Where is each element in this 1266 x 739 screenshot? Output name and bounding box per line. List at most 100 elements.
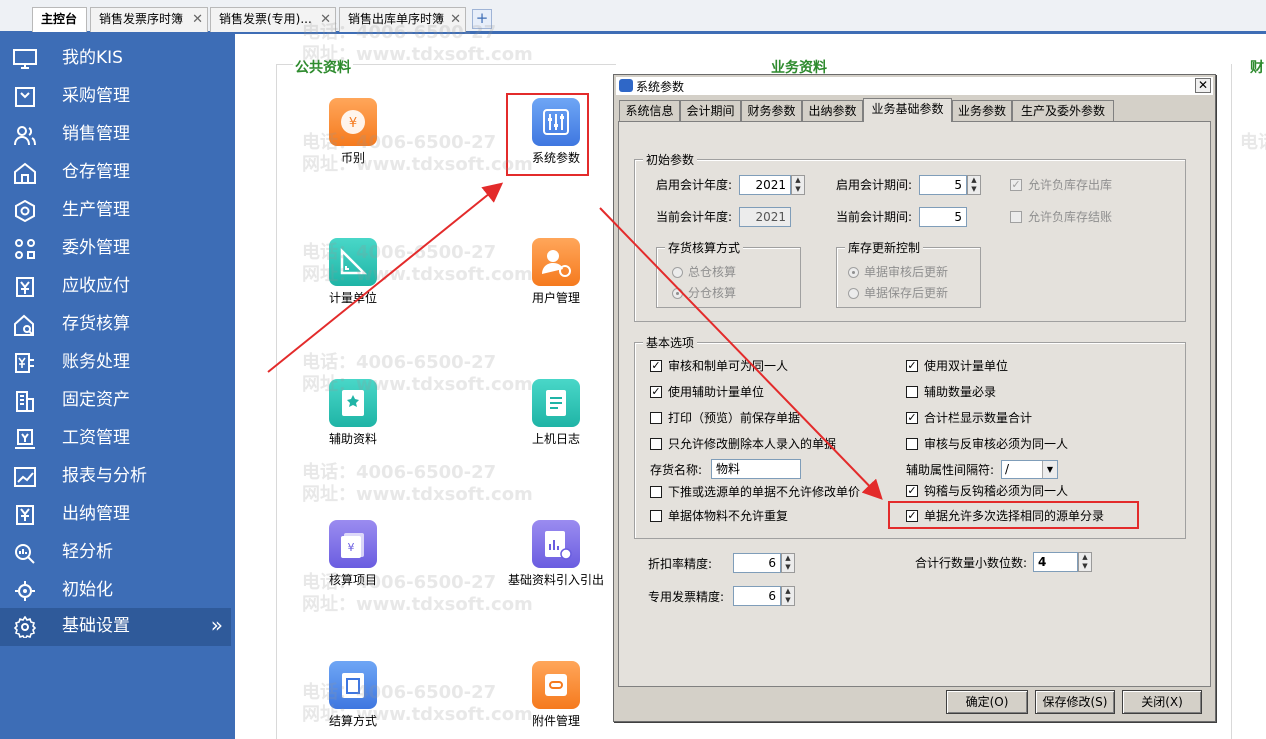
tab-sales-outbound-journal[interactable]: 销售出库单序时簿 ✕ [339, 7, 466, 32]
checkbox-box [650, 438, 662, 450]
tab-panel-business-basic: 初始参数 启用会计年度: 2021 ▲ ▼ 启用会计期间: 5 ▲ ▼ ✓ 允许负库存… [618, 121, 1211, 687]
sidebar-item-my-kis[interactable]: 我的KIS [0, 40, 231, 78]
sidebar-item-label: 工资管理 [62, 428, 130, 448]
radio-update-on-save[interactable]: 单据保存后更新 [848, 285, 948, 301]
tile-label: 附件管理 [531, 714, 580, 728]
tab-sales-invoice-special[interactable]: 销售发票(专用)... ✕ [210, 7, 336, 32]
sidebar-item-label: 采购管理 [62, 86, 130, 106]
sidebar-item-label: 初始化 [62, 580, 113, 600]
close-button[interactable]: 关闭(X) [1122, 690, 1202, 714]
checkbox-dual-unit[interactable]: ✓ 使用双计量单位 [906, 358, 1008, 374]
allow-negative-outbound-checkbox[interactable]: ✓ 允许负库存出库 [1010, 177, 1112, 193]
checkbox-label: 合计栏显示数量合计 [924, 411, 1033, 425]
checkbox-no-price-edit[interactable]: 下推或选源单的单据不允许修改单价 [650, 484, 860, 500]
attachment-icon [532, 661, 580, 709]
tile-log[interactable]: 上机日志 [506, 379, 606, 447]
tile-currency[interactable]: ¥ 币别 [303, 98, 403, 166]
dialog-titlebar[interactable]: 系统参数 ✕ [616, 77, 1213, 95]
tab-production-params[interactable]: 生产及委外参数 [1012, 100, 1114, 121]
discount-precision-spinner[interactable]: ▲ ▼ [781, 553, 795, 573]
sidebar-item-label: 我的KIS [62, 48, 123, 68]
sidebar-item-basic-settings[interactable]: 基础设置 » [0, 608, 231, 646]
close-icon[interactable]: ✕ [192, 8, 203, 31]
checkbox-aux-unit[interactable]: ✓ 使用辅助计量单位 [650, 384, 764, 400]
tab-business-basic-params[interactable]: 业务基础参数 [863, 98, 952, 122]
checkbox-save-before-print[interactable]: 打印（预览）前保存单据 [650, 410, 800, 426]
sidebar-item-light-analysis[interactable]: 轻分析 [0, 534, 231, 572]
sidebar-item-initialization[interactable]: 初始化 [0, 572, 231, 610]
tile-aux-data[interactable]: 辅助资料 [303, 379, 403, 447]
start-year-label: 启用会计年度: [656, 178, 733, 192]
invoice-precision-spinner[interactable]: ▲ ▼ [781, 586, 795, 606]
checkbox-no-duplicate-item[interactable]: 单据体物料不允许重复 [650, 508, 788, 524]
sidebar-item-purchase[interactable]: 采购管理 [0, 78, 231, 116]
user-manage-icon [532, 238, 580, 286]
tile-settlement[interactable]: 结算方式 [303, 661, 403, 729]
start-period-spinner[interactable]: ▲ ▼ [967, 175, 981, 195]
close-icon[interactable]: ✕ [1195, 78, 1211, 93]
building-icon [16, 391, 34, 412]
sidebar-item-salary[interactable]: 工资管理 [0, 420, 231, 458]
total-qty-decimals-spinner[interactable]: ▲ ▼ [1078, 552, 1092, 572]
tile-accounting-item[interactable]: ¥ 核算项目 [303, 520, 403, 588]
tile-user-manage[interactable]: 用户管理 [506, 238, 606, 306]
checkbox-label: 只允许修改删除本人录入的单据 [668, 437, 837, 451]
radio-dot [848, 288, 859, 299]
cart-icon [15, 87, 35, 107]
section-divider [1231, 64, 1232, 739]
sidebar-item-inventory-costing[interactable]: 存货核算 [0, 306, 231, 344]
tab-business-params[interactable]: 业务参数 [952, 100, 1012, 121]
checkbox-total-qty[interactable]: ✓ 合计栏显示数量合计 [906, 410, 1032, 426]
tab-accounting-period[interactable]: 会计期间 [680, 100, 741, 121]
sidebar-item-sales[interactable]: 销售管理 [0, 116, 231, 154]
tab-cashier-params[interactable]: 出纳参数 [802, 100, 863, 121]
ok-button[interactable]: 确定(O) [946, 690, 1028, 714]
checkbox-audit-same-person[interactable]: ✓ 审核和制单可为同一人 [650, 358, 788, 374]
current-period-field[interactable]: 5 [919, 207, 967, 227]
sidebar-item-outsourcing[interactable]: 委外管理 [0, 230, 231, 268]
close-icon[interactable]: ✕ [320, 8, 331, 31]
tab-label: 主控台 [41, 12, 78, 26]
total-qty-decimals-field[interactable]: 4 [1033, 552, 1078, 572]
checkbox-audit-unaudit-same[interactable]: 审核与反审核必须为同一人 [906, 436, 1068, 452]
save-changes-button[interactable]: 保存修改(S) [1035, 690, 1115, 714]
checkbox-box [650, 510, 662, 522]
start-period-field[interactable]: 5 [919, 175, 967, 195]
radio-update-on-audit[interactable]: 单据审核后更新 [848, 264, 948, 280]
close-icon[interactable]: ✕ [450, 8, 461, 31]
sidebar-item-warehouse[interactable]: 仓存管理 [0, 154, 231, 192]
invoice-precision-field[interactable]: 6 [733, 586, 781, 606]
checkbox-aux-qty-required[interactable]: 辅助数量必录 [906, 384, 996, 400]
allow-negative-close-checkbox[interactable]: 允许负库存结账 [1010, 209, 1112, 225]
discount-precision-field[interactable]: 6 [733, 553, 781, 573]
sidebar-item-fixed-assets[interactable]: 固定资产 [0, 382, 231, 420]
sidebar-item-cashier[interactable]: 出纳管理 [0, 496, 231, 534]
tab-console[interactable]: 主控台 [32, 7, 87, 32]
radio-total-costing[interactable]: 总仓核算 [672, 264, 736, 280]
stock-name-field[interactable]: 物料 [711, 459, 801, 479]
tab-finance-params[interactable]: 财务参数 [741, 100, 802, 121]
tile-measure-unit[interactable]: 计量单位 [303, 238, 403, 306]
tab-bar: 主控台 销售发票序时簿 ✕ 销售发票(专用)... ✕ 销售出库单序时簿 ✕ + [0, 0, 1266, 34]
tab-system-info[interactable]: 系统信息 [619, 100, 680, 121]
start-year-field[interactable]: 2021 [739, 175, 791, 195]
start-period-label: 启用会计期间: [836, 178, 913, 192]
sidebar-item-label: 仓存管理 [62, 162, 130, 182]
start-year-spinner[interactable]: ▲ ▼ [791, 175, 805, 195]
tile-import-export[interactable]: 基础资料引入引出 [506, 520, 606, 588]
add-tab-icon[interactable]: + [472, 9, 492, 29]
tab-sales-invoice-journal[interactable]: 销售发票序时簿 ✕ [90, 7, 208, 32]
checkbox-edit-own-only[interactable]: 只允许修改删除本人录入的单据 [650, 436, 836, 452]
sidebar-item-receivables[interactable]: 应收应付 [0, 268, 231, 306]
sidebar-item-production[interactable]: 生产管理 [0, 192, 231, 230]
sidebar-item-accounting[interactable]: 账务处理 [0, 344, 231, 382]
ledger-yen-icon [15, 353, 34, 373]
aux-separator-select[interactable]: / ▼ [1001, 460, 1058, 479]
radio-sub-costing[interactable]: 分仓核算 [672, 285, 736, 301]
sidebar-item-reports[interactable]: 报表与分析 [0, 458, 231, 496]
tile-attachment[interactable]: 附件管理 [506, 661, 606, 729]
settlement-icon [329, 661, 377, 709]
sidebar-item-label: 应收应付 [62, 276, 130, 296]
highlight-box-system-params [506, 93, 589, 176]
checkbox-check-same-person[interactable]: ✓ 钩稽与反钩稽必须为同一人 [906, 483, 1068, 499]
